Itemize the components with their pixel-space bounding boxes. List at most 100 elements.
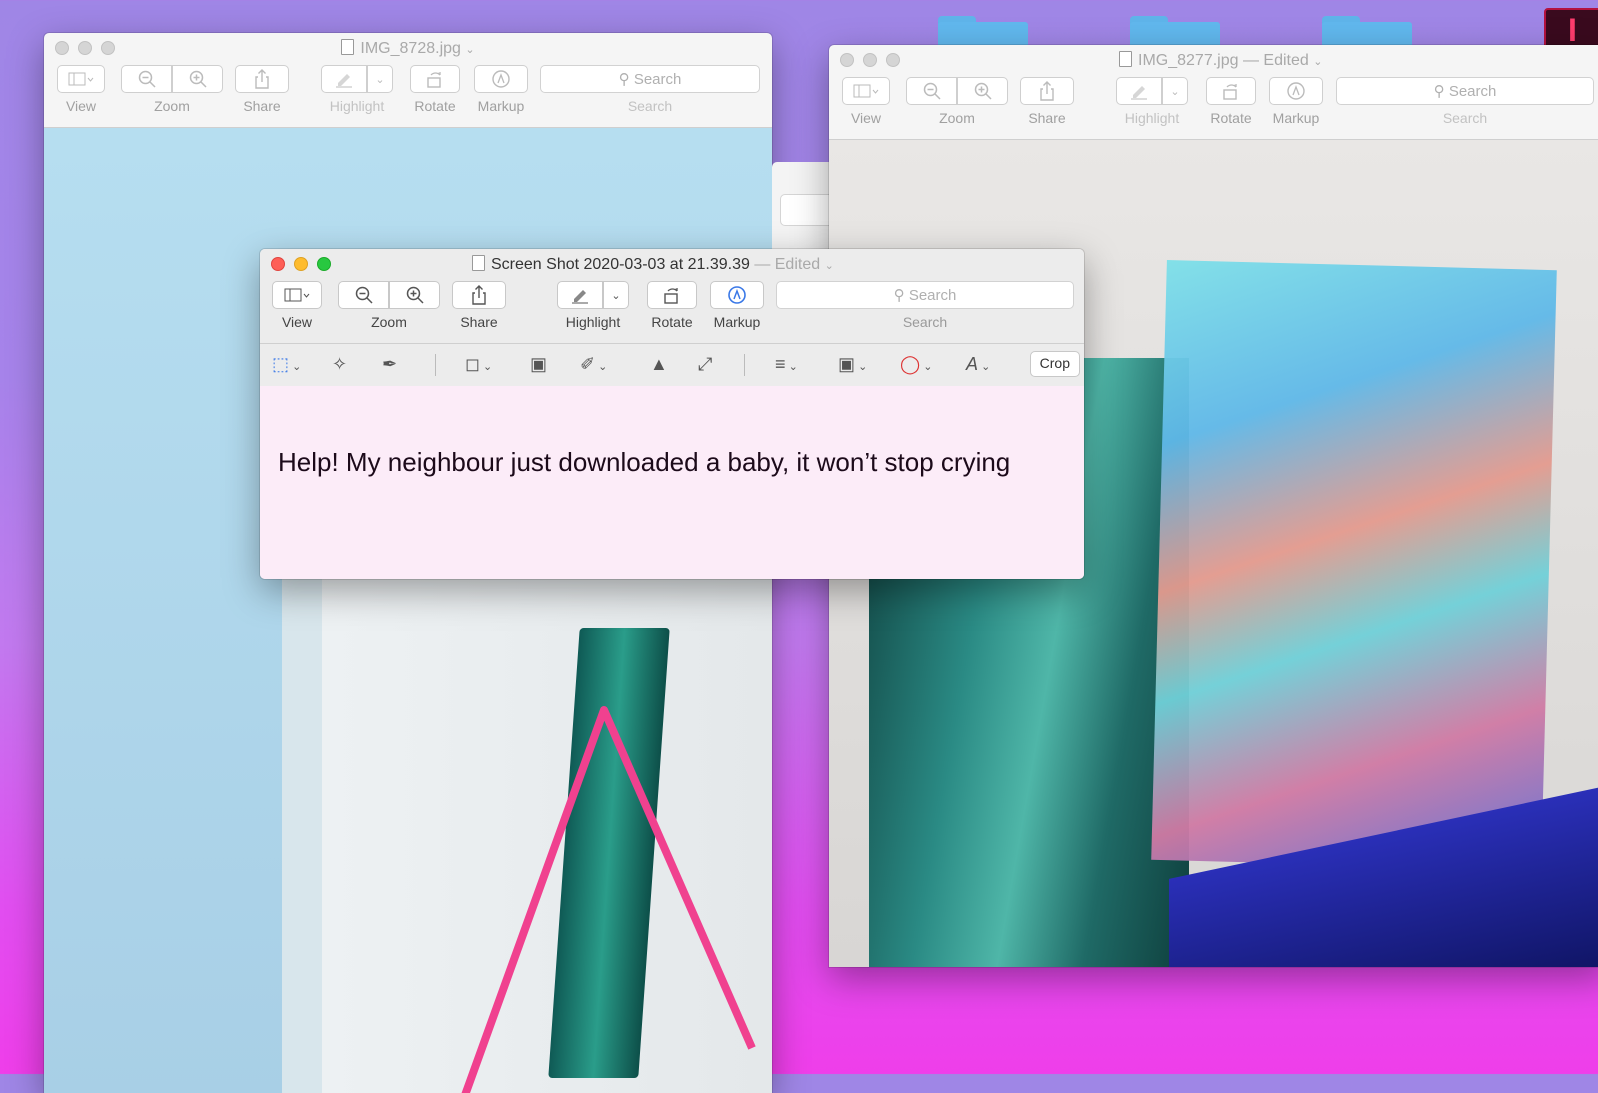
markup-label: Markup <box>1272 110 1320 126</box>
markup-button[interactable] <box>474 65 528 93</box>
zoom-out-icon <box>138 70 156 88</box>
search-placeholder: Search <box>908 286 957 304</box>
search-label: Search <box>1442 110 1488 126</box>
rotate-label: Rotate <box>414 98 456 114</box>
edited-indicator: — Edited <box>1242 52 1309 69</box>
zoom-window-button[interactable] <box>886 53 900 67</box>
window-title[interactable]: IMG_8277.jpg <box>1138 52 1239 69</box>
border-color-icon[interactable]: ▣ ⌄ <box>838 354 867 375</box>
highlight-button[interactable] <box>557 281 603 309</box>
highlight-label: Highlight <box>1124 110 1180 126</box>
close-button[interactable] <box>840 53 854 67</box>
signature-icon[interactable]: ✐ ⌄ <box>580 354 607 375</box>
share-label: Share <box>1028 110 1066 126</box>
zoom-window-button[interactable] <box>317 257 331 271</box>
highlight-menu-button[interactable]: ⌄ <box>367 65 393 93</box>
sidebar-icon <box>284 288 310 302</box>
edited-indicator: — Edited <box>754 256 821 273</box>
highlight-menu-button[interactable]: ⌄ <box>603 281 629 309</box>
document-canvas: Help! My neighbour just downloaded a bab… <box>260 386 1084 579</box>
zoom-label: Zoom <box>371 314 407 330</box>
zoom-out-button[interactable] <box>121 65 172 93</box>
rotate-button[interactable] <box>1206 77 1256 105</box>
document-icon <box>341 39 355 55</box>
highlight-pen-icon <box>1131 86 1147 100</box>
rotate-icon <box>1223 84 1237 100</box>
zoom-out-button[interactable] <box>906 77 957 105</box>
view-button[interactable] <box>272 281 322 309</box>
minimize-button[interactable] <box>294 257 308 271</box>
adjust-size-icon[interactable]: ⤢ <box>698 354 712 375</box>
zoom-label: Zoom <box>939 110 975 126</box>
search-label: Search <box>627 98 673 114</box>
share-label: Share <box>243 98 281 114</box>
highlight-button[interactable] <box>321 65 367 93</box>
zoom-out-button[interactable] <box>338 281 389 309</box>
markup-pen-icon <box>728 286 746 304</box>
fill-color-icon[interactable]: ◯ ⌄ <box>900 354 932 375</box>
search-input[interactable]: ⚲ Search <box>1336 77 1594 105</box>
titlebar: IMG_8277.jpg — Edited ⌄ <box>829 45 1598 75</box>
rotate-button[interactable] <box>410 65 460 93</box>
titlebar: Screen Shot 2020-03-03 at 21.39.39 — Edi… <box>260 249 1084 279</box>
zoom-out-icon <box>355 286 373 304</box>
chevron-down-icon: ⌄ <box>1170 85 1180 98</box>
close-button[interactable] <box>271 257 285 271</box>
window-title[interactable]: Screen Shot 2020-03-03 at 21.39.39 <box>491 256 750 273</box>
share-button[interactable] <box>452 281 506 309</box>
search-input[interactable]: ⚲ Search <box>540 65 760 93</box>
chevron-down-icon: ⌄ <box>611 289 621 302</box>
share-icon <box>255 69 269 89</box>
highlight-pen-icon <box>336 74 352 88</box>
minimize-button[interactable] <box>863 53 877 67</box>
chevron-down-icon: ⌄ <box>375 73 385 86</box>
markup-label: Markup <box>477 98 525 114</box>
sketch-icon[interactable]: ✒ <box>382 354 397 375</box>
search-icon: ⚲ <box>893 287 909 304</box>
share-button[interactable] <box>235 65 289 93</box>
search-input[interactable]: ⚲ Search <box>776 281 1074 309</box>
highlight-button[interactable] <box>1116 77 1162 105</box>
markup-button[interactable] <box>1269 77 1323 105</box>
markup-pen-icon <box>1287 82 1305 100</box>
adjust-color-icon[interactable]: ▲ <box>650 354 668 375</box>
toolbar: View Zoom Share ⌄ Highlight Rotate Markup… <box>260 279 1084 344</box>
shapes-icon[interactable]: ◻ ⌄ <box>465 354 492 375</box>
text-style-icon[interactable]: A ⌄ <box>966 354 990 375</box>
selection-icon[interactable]: ⬚ ⌄ <box>272 354 301 375</box>
background-window-edge <box>772 162 842 262</box>
desktop-folder-icon[interactable] <box>1130 16 1220 48</box>
desktop-folder-icon[interactable] <box>1322 16 1412 48</box>
highlight-menu-button[interactable]: ⌄ <box>1162 77 1188 105</box>
markup-button[interactable] <box>710 281 764 309</box>
share-label: Share <box>460 314 498 330</box>
highlight-pen-icon <box>572 290 588 304</box>
view-button[interactable] <box>57 65 105 93</box>
share-button[interactable] <box>1020 77 1074 105</box>
share-icon <box>1040 81 1054 101</box>
zoom-out-icon <box>923 82 941 100</box>
highlight-label: Highlight <box>329 98 385 114</box>
window-title[interactable]: IMG_8728.jpg <box>360 40 461 57</box>
view-label: View <box>65 98 97 114</box>
search-placeholder: Search <box>1448 82 1497 100</box>
sidebar-icon <box>853 84 879 98</box>
zoom-in-button[interactable] <box>172 65 223 93</box>
markup-label: Markup <box>713 314 761 330</box>
rotate-label: Rotate <box>1210 110 1252 126</box>
text-box-icon[interactable]: ▣ <box>530 354 547 375</box>
zoom-in-button[interactable] <box>957 77 1008 105</box>
preview-window-front: Screen Shot 2020-03-03 at 21.39.39 — Edi… <box>260 249 1084 579</box>
instant-alpha-icon[interactable]: ✧ <box>332 354 347 375</box>
zoom-in-icon <box>406 286 424 304</box>
search-icon: ⚲ <box>618 71 634 88</box>
document-icon <box>1119 51 1132 67</box>
rotate-button[interactable] <box>647 281 697 309</box>
search-placeholder: Search <box>633 70 682 88</box>
view-button[interactable] <box>842 77 890 105</box>
crop-button[interactable]: Crop <box>1029 351 1080 377</box>
zoom-in-button[interactable] <box>389 281 440 309</box>
shape-style-icon[interactable]: ≡ ⌄ <box>775 354 798 375</box>
desktop-folder-icon[interactable] <box>938 16 1028 48</box>
rotate-icon <box>427 72 441 88</box>
